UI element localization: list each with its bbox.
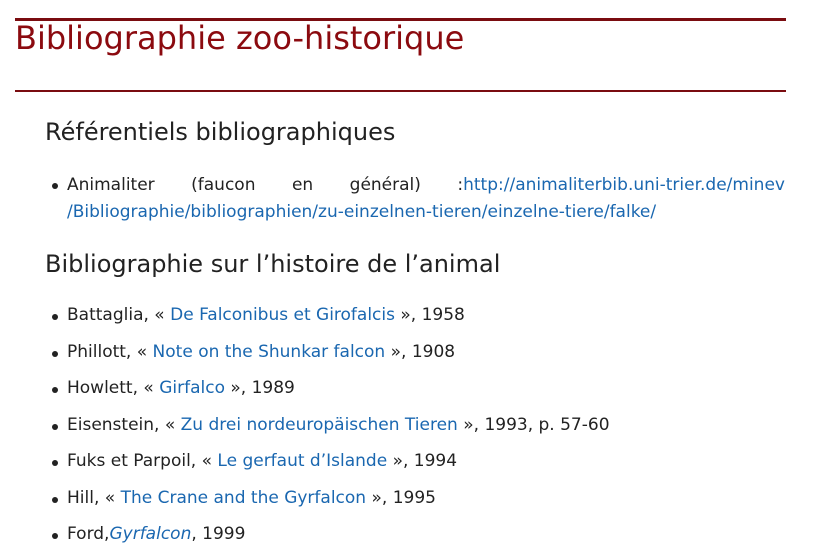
bullet-icon [52, 533, 58, 539]
section-heading-histoire: Bibliographie sur l’histoire de l’animal [45, 250, 501, 278]
ref-word: général) [349, 175, 421, 195]
entry-tail: », 1989 [224, 378, 295, 398]
page-title: Bibliographie zoo-historique [15, 19, 465, 57]
bullet-icon [52, 183, 58, 189]
section-heading-referentiels: Référentiels bibliographiques [45, 118, 396, 146]
bullet-icon [52, 424, 58, 430]
entry-tail: », 1908 [385, 342, 456, 362]
bibliography-entry: Eisenstein, « Zu drei nordeuropäischen T… [67, 412, 610, 439]
entry-tail: », 1993, p. 57-60 [457, 415, 610, 435]
entry-tail: », 1995 [366, 488, 436, 508]
entry-title-link[interactable]: Zu drei nordeuropäischen Tieren [181, 415, 458, 435]
ref-url-line1: :http://animaliterbib.uni-trier.de/minev [457, 172, 785, 199]
bibliography-entry: Ford,Gyrfalcon, 1999 [67, 521, 245, 548]
bullet-icon [52, 387, 58, 393]
bullet-icon [52, 351, 58, 357]
entry-title-link[interactable]: The Crane and the Gyrfalcon [121, 488, 367, 508]
entry-title-link[interactable]: Note on the Shunkar falcon [153, 342, 386, 362]
entry-author: Howlett, « [67, 378, 160, 398]
animaliter-link-continuation[interactable]: /Bibliographie/bibliographien/zu-einzeln… [67, 202, 656, 222]
bibliography-entry: Phillott, « Note on the Shunkar falcon »… [67, 339, 455, 366]
ref-word: Animaliter [67, 175, 155, 195]
entry-author: Hill, « [67, 488, 121, 508]
entry-title-link[interactable]: Gyrfalcon [109, 524, 191, 544]
entry-title-link[interactable]: De Falconibus et Girofalcis [170, 305, 395, 325]
bibliography-entry: Hill, « The Crane and the Gyrfalcon », 1… [67, 485, 436, 512]
ref-word: en [291, 175, 314, 195]
entry-title-link[interactable]: Girfalco [159, 378, 225, 398]
bullet-icon [52, 314, 58, 320]
referentiel-entry: Animaliter (faucon en général) :http://a… [67, 172, 785, 226]
bibliography-entry: Howlett, « Girfalco », 1989 [67, 375, 295, 402]
entry-tail: , 1999 [191, 524, 246, 544]
entry-author: Ford, [67, 524, 110, 544]
entry-tail: », 1958 [395, 305, 465, 325]
bibliography-entry: Battaglia, « De Falconibus et Girofalcis… [67, 302, 465, 329]
entry-author: Battaglia, « [67, 305, 171, 325]
entry-title-link[interactable]: Le gerfaut d’Islande [217, 451, 387, 471]
entry-author: Phillott, « [67, 342, 153, 362]
bibliography-entry: Fuks et Parpoil, « Le gerfaut d’Islande … [67, 448, 457, 475]
entry-author: Fuks et Parpoil, « [67, 451, 218, 471]
animaliter-link[interactable]: http://animaliterbib.uni-trier.de/minev [463, 175, 785, 195]
bullet-icon [52, 497, 58, 503]
entry-author: Eisenstein, « [67, 415, 181, 435]
ref-word: (faucon [191, 175, 256, 195]
entry-tail: », 1994 [387, 451, 458, 471]
bullet-icon [52, 460, 58, 466]
